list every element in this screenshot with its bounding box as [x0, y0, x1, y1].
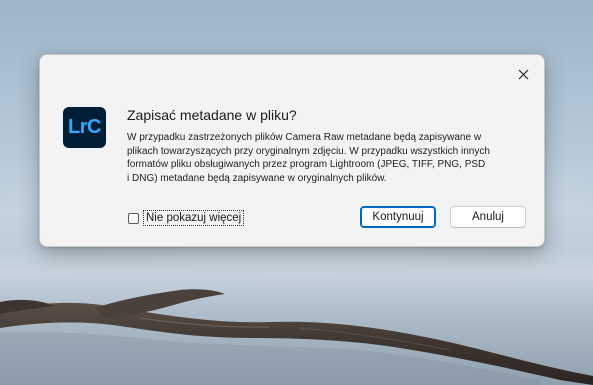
dialog-message: W przypadku zastrzeżonych plików Camera … [127, 131, 522, 185]
message-line: formatów pliku obsługiwanych przez progr… [127, 159, 486, 171]
cancel-button[interactable]: Anuluj [450, 206, 526, 228]
checkbox-box[interactable] [128, 212, 139, 224]
close-button[interactable] [510, 61, 536, 87]
message-line: i DNG) metadane będą zapisywane w orygin… [127, 172, 387, 184]
lightroom-classic-logo: LrC [63, 107, 106, 148]
dialog-title: Zapisać metadane w pliku? [127, 107, 297, 123]
message-line: W przypadku zastrzeżonych plików Camera … [127, 132, 482, 143]
message-line: plikach towarzyszących przy oryginalnym … [127, 145, 490, 157]
close-icon [518, 69, 528, 79]
dont-show-again-label[interactable]: Nie pokazuj więcej [143, 210, 245, 226]
desktop-background: LrC Zapisać metadane w pliku? W przypadk… [0, 0, 593, 385]
app-logo-text: LrC [68, 116, 101, 138]
save-metadata-dialog: LrC Zapisać metadane w pliku? W przypadk… [39, 54, 545, 247]
dont-show-again-checkbox[interactable]: Nie pokazuj więcej [128, 210, 245, 226]
continue-button[interactable]: Kontynuuj [360, 206, 436, 228]
driftwood-image [0, 289, 593, 385]
